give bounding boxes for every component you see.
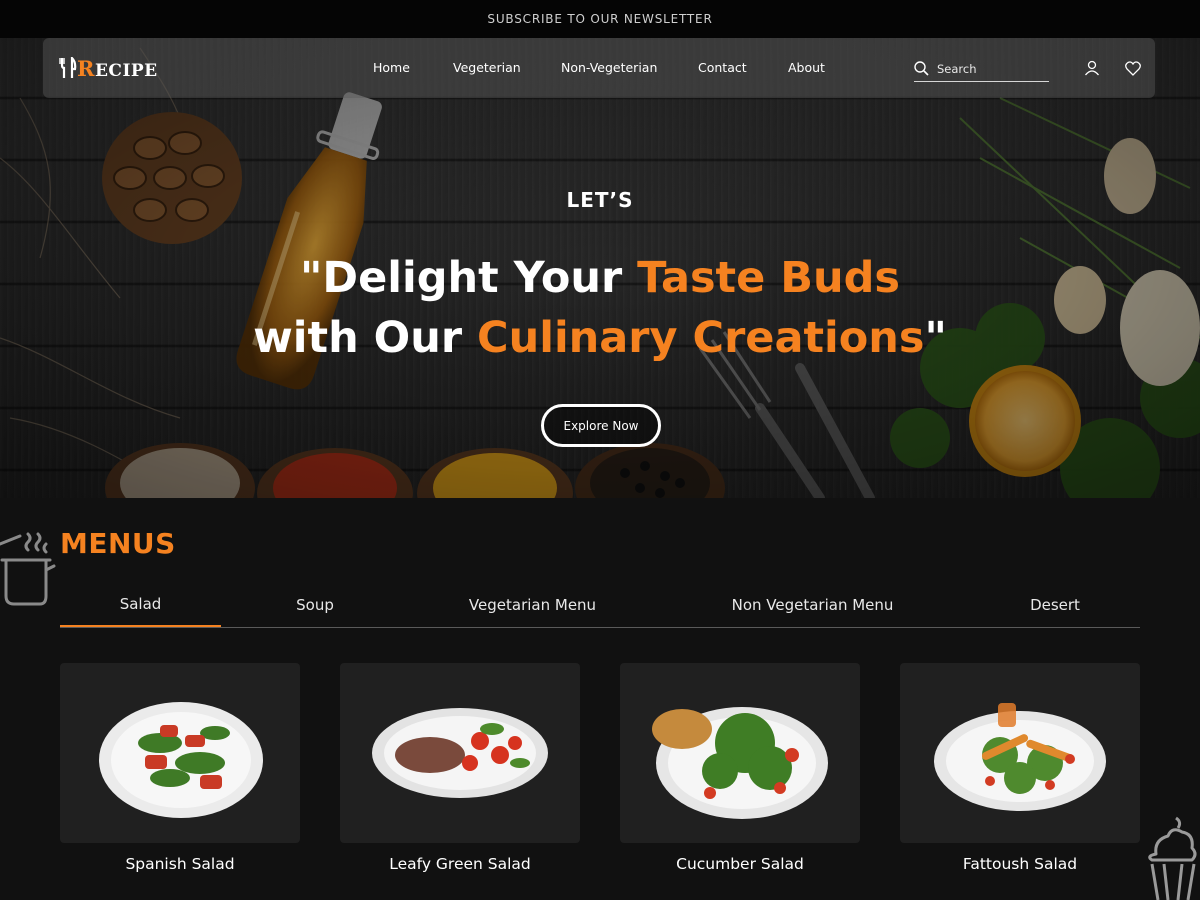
menu-tabs: Salad Soup Vegetarian Menu Non Vegetaria…: [60, 583, 1140, 628]
hero-kicker: LET’S: [566, 188, 634, 212]
menu-card-spanish-salad[interactable]: [60, 663, 300, 843]
menu-card-leafy-green-salad[interactable]: [340, 663, 580, 843]
heart-icon[interactable]: [1123, 58, 1143, 78]
main-navbar: RECIPE Home Vegeterian Non-Vegeterian Co…: [43, 38, 1155, 98]
brand-name: RECIPE: [77, 55, 158, 81]
cooking-pot-icon: [0, 532, 56, 606]
salad-plate-image: [99, 702, 263, 818]
cupcake-icon: [1148, 816, 1197, 900]
salad-plate-image: [934, 703, 1106, 811]
nav-link-contact[interactable]: Contact: [698, 60, 747, 75]
salad-plate-image: [652, 707, 828, 819]
search-icon[interactable]: [914, 61, 929, 76]
salad-plate-image: [372, 708, 548, 798]
newsletter-text[interactable]: SUBSCRIBE TO OUR NEWSLETTER: [487, 12, 712, 26]
tab-salad[interactable]: Salad: [60, 583, 221, 627]
nav-link-home[interactable]: Home: [373, 60, 410, 75]
explore-now-button[interactable]: Explore Now: [541, 404, 661, 447]
brand-logo[interactable]: RECIPE: [59, 55, 158, 81]
tab-desert[interactable]: Desert: [1015, 583, 1095, 627]
tab-soup[interactable]: Soup: [260, 583, 370, 627]
menu-card-title: Fattoush Salad: [962, 855, 1078, 873]
nav-link-about[interactable]: About: [788, 60, 825, 75]
fork-knife-icon: [59, 57, 77, 78]
menu-card-title: Leafy Green Salad: [389, 855, 531, 873]
tab-non-vegetarian-menu[interactable]: Non Vegetarian Menu: [715, 583, 910, 627]
menu-card-fattoush-salad[interactable]: [900, 663, 1140, 843]
menu-card-cucumber-salad[interactable]: [620, 663, 860, 843]
menu-card-title: Cucumber Salad: [676, 855, 804, 873]
search-bar[interactable]: [914, 56, 1049, 82]
menus-heading: MENUS: [60, 527, 176, 560]
hero-headline: "Delight Your Taste Buds with Our Culina…: [253, 253, 947, 363]
menu-card-title: Spanish Salad: [125, 855, 235, 873]
search-input[interactable]: [937, 61, 1037, 76]
user-icon[interactable]: [1082, 58, 1102, 78]
nav-link-vegeterian[interactable]: Vegeterian: [453, 60, 521, 75]
tab-vegetarian-menu[interactable]: Vegetarian Menu: [450, 583, 615, 627]
nav-link-non-vegeterian[interactable]: Non-Vegeterian: [561, 60, 657, 75]
newsletter-banner[interactable]: SUBSCRIBE TO OUR NEWSLETTER: [0, 0, 1200, 38]
